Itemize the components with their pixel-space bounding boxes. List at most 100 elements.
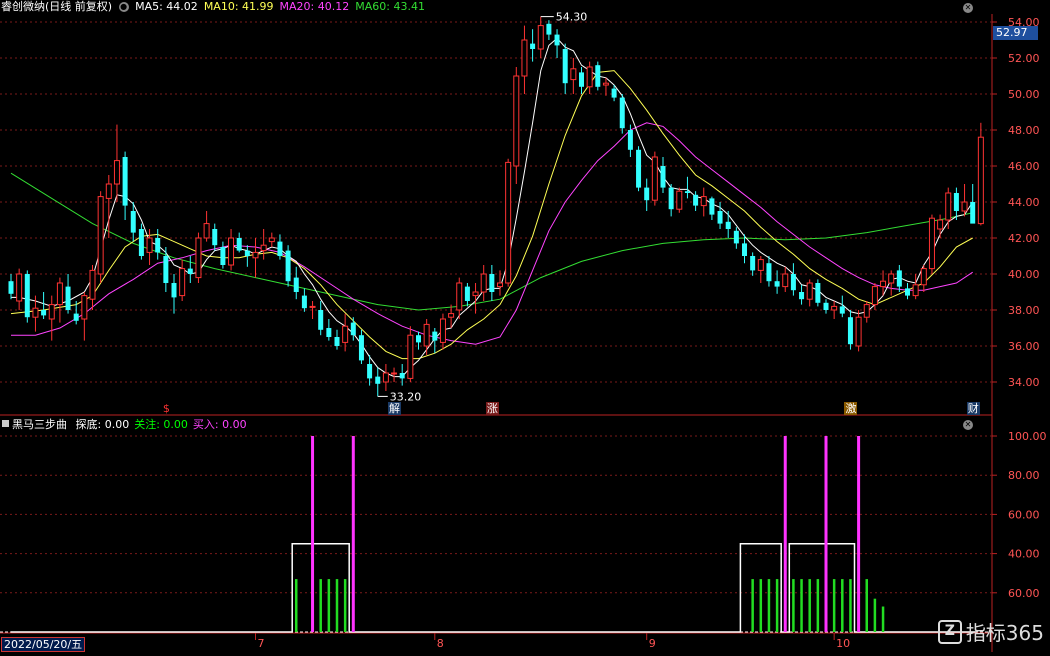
candle-body (815, 283, 821, 303)
price-tick-label: 46.00 (1008, 160, 1040, 173)
candle-body (806, 282, 813, 300)
candle-body (562, 49, 568, 84)
event-marker[interactable]: 解 (388, 402, 402, 415)
candle-body (277, 241, 283, 256)
candle-body (252, 251, 259, 259)
candle-body (750, 256, 756, 271)
candle-body (399, 373, 405, 379)
candle-body (554, 34, 560, 46)
candle-body (179, 268, 186, 297)
price-tick-label: 42.00 (1008, 232, 1040, 245)
price-tick-label: 50.00 (1008, 88, 1040, 101)
candle-body (644, 187, 650, 201)
candle-body (627, 130, 633, 150)
candle-body (766, 263, 772, 282)
candle-body (138, 229, 144, 256)
event-marker[interactable]: 财 (966, 402, 980, 415)
indicator-name[interactable]: 黑马三步曲 (12, 418, 67, 431)
candle-body (611, 88, 617, 98)
candle-body (546, 23, 552, 35)
candle-body (480, 273, 487, 293)
candle-body (847, 317, 853, 345)
candle-body (905, 288, 910, 296)
time-tick-label: 10 (836, 637, 850, 650)
candle-body (89, 269, 96, 300)
event-marker[interactable]: 激 (844, 402, 858, 415)
candle-body (521, 39, 528, 77)
candle-body (203, 223, 210, 239)
event-marker[interactable]: 涨 (485, 402, 499, 415)
time-tick-label: 9 (649, 637, 656, 650)
candle-body (318, 310, 324, 330)
candle-body (8, 281, 14, 294)
candle-body (928, 217, 935, 270)
candle-body (73, 313, 79, 321)
high-annotation: 54.30 (556, 11, 588, 24)
candle-body (439, 318, 446, 343)
candle-body (155, 238, 161, 253)
candle-body (668, 187, 674, 210)
candle-body (497, 282, 503, 288)
candle-body (717, 211, 723, 224)
candle-body (636, 149, 642, 188)
indicator-close-icon[interactable]: ✕ (963, 420, 973, 430)
candle-body (676, 190, 683, 210)
candle-body (505, 161, 512, 284)
candle-body (244, 250, 250, 256)
candle-body (537, 25, 544, 50)
indicator-legend-item: 买入: 0.00 (192, 418, 247, 431)
time-tick-label: 7 (258, 637, 265, 650)
candle-body (709, 198, 715, 215)
candle-body (285, 250, 291, 282)
candle-body (660, 166, 666, 188)
ma5-line (11, 37, 974, 378)
candle-body (448, 313, 455, 318)
settings-dot-icon[interactable]: ● (118, 2, 129, 12)
candle-body (855, 316, 862, 347)
candle-body (293, 277, 299, 292)
chart-canvas[interactable]: 34.00 36.00 38.00 40.00 42.00 44.00 46.00 48.00… (0, 0, 1050, 652)
candle-body (56, 282, 63, 306)
ma-legend-item: MA60: 43.41 (355, 0, 425, 13)
candle-body (920, 268, 927, 286)
candle-body (530, 43, 536, 49)
indicator-legend-item: 关注: 0.00 (134, 418, 188, 431)
candle-body (236, 238, 242, 251)
candle-body (912, 284, 919, 297)
candle-body (871, 286, 878, 306)
candle-body (350, 322, 356, 336)
candle-body (97, 196, 104, 275)
event-marker[interactable]: $ (160, 402, 173, 415)
candle-body (375, 376, 381, 384)
candle-body (432, 331, 438, 341)
candle-body (195, 237, 202, 279)
candle-body (733, 230, 739, 244)
candle-body (81, 295, 88, 320)
close-icon[interactable]: ✕ (963, 3, 973, 13)
ma-legend-item: MA5: 44.02 (135, 0, 198, 13)
candle-body (945, 192, 952, 221)
candle-body (774, 281, 780, 287)
tan-di-line (11, 543, 977, 633)
candle-body (863, 304, 870, 318)
candle-body (220, 247, 226, 265)
watermark-logo: Z (937, 619, 962, 644)
candle-body (823, 302, 829, 310)
watermark: Z 指标365 (937, 617, 1044, 646)
candle-body (171, 283, 177, 298)
stock-title[interactable]: 睿创微纳(日线 前复权) (1, 0, 112, 13)
price-tick-label: 38.00 (1008, 304, 1040, 317)
indicator-tick-label: 60.00 (1008, 508, 1040, 521)
panel-marker-icon (2, 420, 9, 427)
indicator-tick-label: 100.00 (1008, 430, 1047, 443)
date-badge: 2022/05/20/五 (1, 637, 86, 652)
candle-body (367, 364, 373, 379)
candle-body (790, 274, 796, 291)
candle-body (407, 334, 414, 379)
candle-body (570, 68, 577, 81)
ma-legend-item: MA20: 40.12 (279, 0, 350, 13)
candle-body (464, 286, 470, 301)
candle-body (888, 273, 895, 284)
main-chart-header: 睿创微纳(日线 前复权) ● MA5: 44.02 MA10: 41.99 MA20… (1, 0, 431, 14)
price-tick-label: 40.00 (1008, 268, 1040, 281)
